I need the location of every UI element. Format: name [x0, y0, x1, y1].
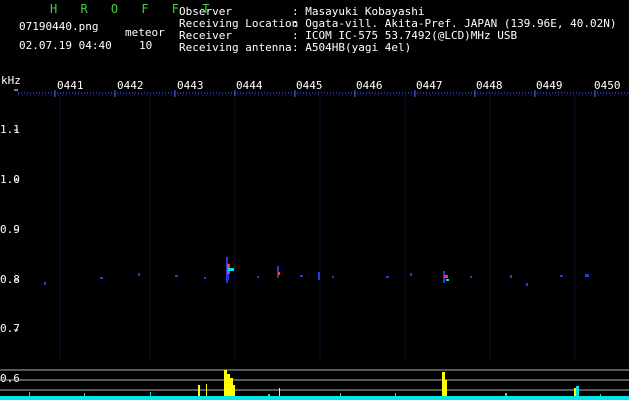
meteor-echo	[443, 271, 449, 283]
hrofft-window: H R O F F T 07190440.png meteor 02.07.19…	[0, 0, 629, 400]
signal-peaks	[198, 370, 576, 400]
meteor-echo	[226, 257, 234, 283]
spectrogram-canvas	[0, 89, 629, 400]
meteor-echo	[277, 266, 280, 278]
meteor-echo	[318, 272, 320, 280]
signal-baseline	[0, 386, 629, 400]
left-axis-ticks	[14, 89, 18, 381]
carrier-trace	[44, 273, 589, 286]
noise-columns	[59, 96, 576, 360]
